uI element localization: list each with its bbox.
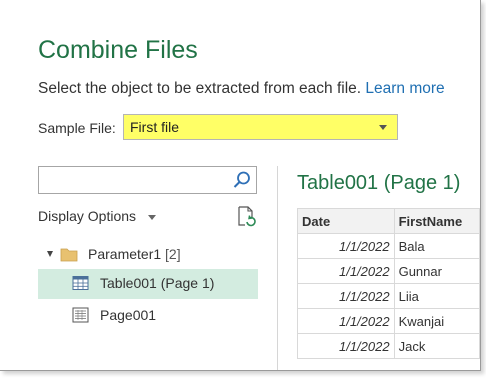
tree-item-parameter1-label: Parameter1 (88, 246, 162, 262)
pane-divider[interactable] (277, 166, 278, 370)
column-header-date[interactable]: Date (297, 208, 395, 234)
table-row: 1/1/2022 Gunnar (297, 258, 480, 284)
page-icon (72, 307, 89, 323)
subtitle-text: Select the object to be extracted from e… (38, 80, 362, 97)
navigator-search[interactable] (38, 166, 257, 194)
table-cell-firstname: Bala (393, 233, 480, 259)
table-cell-firstname: Kwanjai (393, 308, 480, 334)
table-cell-date: 1/1/2022 (297, 308, 395, 334)
learn-more-link[interactable]: Learn more (365, 80, 444, 97)
expand-arrow-icon[interactable] (47, 251, 53, 257)
chevron-down-icon (147, 214, 156, 220)
sample-file-dropdown[interactable]: First file (123, 114, 398, 140)
table-cell-firstname: Gunnar (393, 258, 480, 284)
preview-table: Date FirstName 1/1/2022 Bala 1/1/2022 Gu… (297, 208, 480, 359)
chevron-down-icon (379, 125, 387, 130)
table-cell-firstname: Jack (393, 333, 480, 359)
table-cell-date: 1/1/2022 (297, 258, 395, 284)
table-icon (72, 276, 89, 290)
tree-item-parameter1[interactable]: Parameter1 [2] (38, 240, 258, 270)
preview-title: Table001 (Page 1) (297, 172, 461, 194)
table-cell-date: 1/1/2022 (297, 283, 395, 309)
combine-files-dialog: Combine Files Select the object to be ex… (0, 0, 481, 371)
table-cell-date: 1/1/2022 (297, 333, 395, 359)
tree-item-label: Table001 (Page 1) (100, 275, 215, 291)
tree-item-table001[interactable]: Table001 (Page 1) (38, 269, 258, 299)
dialog-title: Combine Files (38, 36, 198, 64)
table-cell-date: 1/1/2022 (297, 233, 395, 259)
display-options-button[interactable]: Display Options (38, 208, 156, 224)
tree-item-label: Page001 (100, 307, 157, 323)
search-icon[interactable] (232, 170, 252, 190)
display-options-label: Display Options (38, 208, 137, 224)
table-row: 1/1/2022 Jack (297, 333, 480, 359)
tree-item-page001[interactable]: Page001 (38, 301, 258, 331)
column-header-firstname[interactable]: FirstName (393, 208, 480, 234)
search-input[interactable] (43, 170, 227, 192)
table-row: 1/1/2022 Bala (297, 233, 480, 259)
tree-item-label: Parameter1 [2] (88, 246, 181, 262)
refresh-icon[interactable] (236, 205, 258, 227)
sample-file-value: First file (130, 119, 179, 135)
table-row: 1/1/2022 Liia (297, 283, 480, 309)
tree-item-count: [2] (165, 246, 181, 262)
table-cell-firstname: Liia (393, 283, 480, 309)
sample-file-label: Sample File: (38, 120, 116, 136)
dialog-subtitle: Select the object to be extracted from e… (38, 80, 445, 98)
table-row: 1/1/2022 Kwanjai (297, 308, 480, 334)
folder-icon (60, 248, 78, 262)
table-header-row: Date FirstName (297, 208, 480, 234)
